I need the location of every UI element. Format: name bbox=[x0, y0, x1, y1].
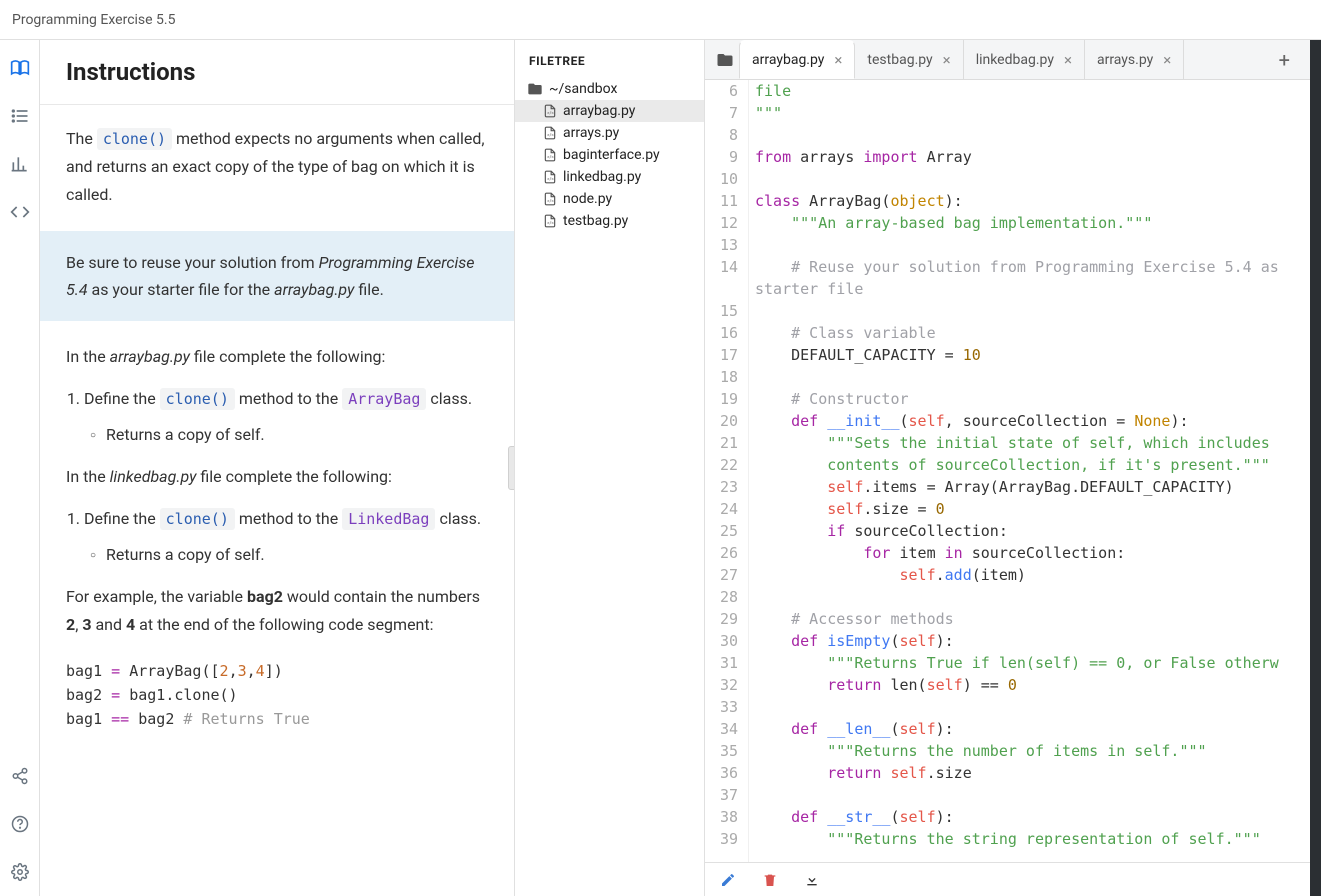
svg-text:</>: </> bbox=[547, 111, 554, 117]
title-bar: Programming Exercise 5.5 bbox=[0, 0, 1321, 40]
editor-body[interactable]: 6789101112131415161718192021222324252627… bbox=[705, 80, 1310, 862]
help-icon[interactable] bbox=[10, 814, 30, 834]
trash-icon[interactable] bbox=[761, 871, 779, 889]
instructions-panel[interactable]: Instructions The clone() method expects … bbox=[40, 40, 515, 896]
filetree-file[interactable]: </>testbag.py bbox=[515, 210, 704, 232]
editor-tabs: arraybag.py×testbag.py×linkedbag.py×arra… bbox=[705, 40, 1310, 80]
svg-text:</>: </> bbox=[547, 155, 554, 161]
line-gutter: 6789101112131415161718192021222324252627… bbox=[705, 80, 749, 862]
editor-tab[interactable]: linkedbag.py× bbox=[964, 40, 1085, 79]
app-title: Programming Exercise 5.5 bbox=[12, 12, 175, 28]
svg-text:</>: </> bbox=[547, 221, 554, 227]
filetree-folder[interactable]: ~/sandbox bbox=[515, 78, 704, 100]
close-icon[interactable]: × bbox=[834, 51, 842, 69]
filetree-file[interactable]: </>node.py bbox=[515, 188, 704, 210]
svg-text:</>: </> bbox=[547, 177, 554, 183]
book-icon[interactable] bbox=[10, 58, 30, 78]
code-clone: clone() bbox=[97, 128, 172, 150]
list-icon[interactable] bbox=[10, 106, 30, 126]
code-area[interactable]: file""" from arrays import Array class A… bbox=[749, 80, 1310, 862]
new-tab-button[interactable]: + bbox=[1271, 48, 1298, 72]
left-icon-bar bbox=[0, 40, 40, 896]
filetree-panel: FILETREE ~/sandbox</>arraybag.py</>array… bbox=[515, 40, 705, 896]
list-item: Define the clone() method to the ArrayBa… bbox=[84, 385, 488, 449]
list-item: Define the clone() method to the LinkedB… bbox=[84, 505, 488, 569]
panel-resize-handle[interactable] bbox=[508, 446, 515, 490]
instructions-body: The clone() method expects no arguments … bbox=[40, 105, 514, 751]
folder-icon[interactable] bbox=[711, 51, 739, 69]
edit-icon[interactable] bbox=[719, 871, 737, 889]
right-edge bbox=[1310, 40, 1321, 896]
filetree-file[interactable]: </>baginterface.py bbox=[515, 144, 704, 166]
editor-footer bbox=[705, 862, 1310, 896]
svg-text:</>: </> bbox=[547, 199, 554, 205]
close-icon[interactable]: × bbox=[1064, 51, 1072, 69]
filetree-file[interactable]: </>arraybag.py bbox=[515, 100, 704, 122]
editor-panel: arraybag.py×testbag.py×linkedbag.py×arra… bbox=[705, 40, 1310, 896]
filetree-file[interactable]: </>linkedbag.py bbox=[515, 166, 704, 188]
code-example: bag1 = ArrayBag([2,3,4]) bag2 = bag1.clo… bbox=[66, 659, 488, 731]
download-icon[interactable] bbox=[803, 871, 821, 889]
filetree-header: FILETREE bbox=[515, 40, 704, 78]
editor-tab[interactable]: testbag.py× bbox=[855, 40, 963, 79]
filetree-file[interactable]: </>arrays.py bbox=[515, 122, 704, 144]
svg-text:</>: </> bbox=[547, 133, 554, 139]
code-icon[interactable] bbox=[10, 202, 30, 222]
instructions-heading: Instructions bbox=[40, 40, 514, 105]
editor-tab[interactable]: arraybag.py× bbox=[739, 40, 855, 79]
share-icon[interactable] bbox=[10, 766, 30, 786]
chart-icon[interactable] bbox=[10, 154, 30, 174]
note-box: Be sure to reuse your solution from Prog… bbox=[40, 231, 514, 321]
gear-icon[interactable] bbox=[10, 862, 30, 882]
close-icon[interactable]: × bbox=[1163, 51, 1171, 69]
close-icon[interactable]: × bbox=[943, 51, 951, 69]
editor-tab[interactable]: arrays.py× bbox=[1085, 40, 1184, 79]
